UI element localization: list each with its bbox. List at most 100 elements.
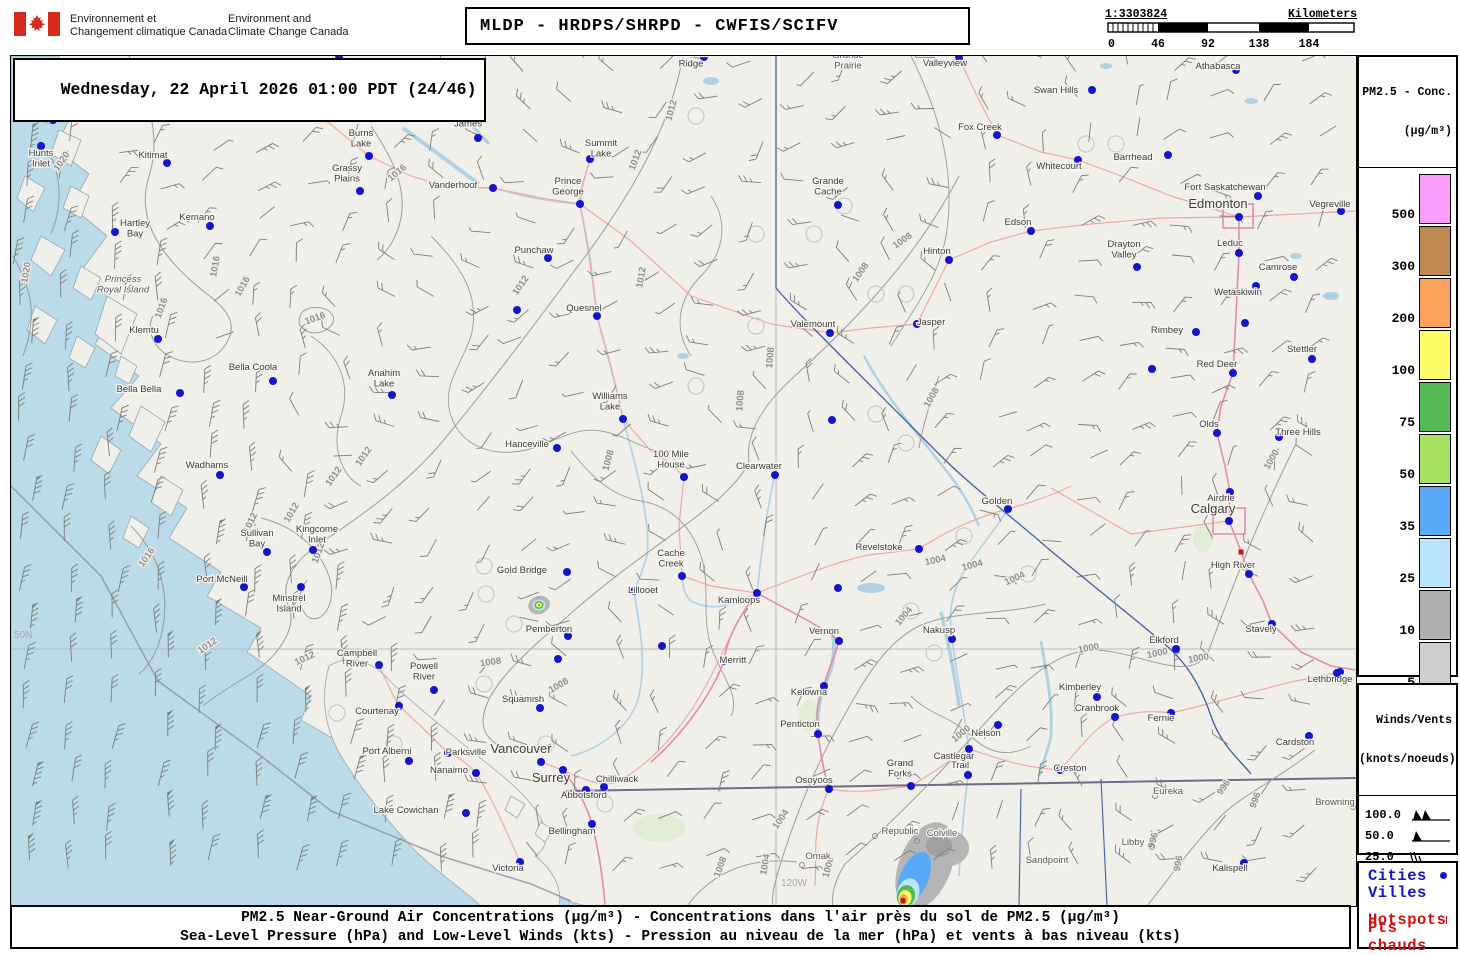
map-label: Hunts Inlet xyxy=(29,148,54,170)
hotspot-square xyxy=(1238,549,1244,555)
deco-circle xyxy=(805,225,823,243)
city-dot xyxy=(513,306,521,314)
map-label: Grande Cache xyxy=(812,176,844,198)
city: Kemano xyxy=(178,211,216,230)
city-dot xyxy=(834,584,842,592)
city: TumblerRidge xyxy=(673,56,710,71)
org-wordmark-fr: Environnement et Changement climatique Ca… xyxy=(70,13,228,38)
map-label: Vegreville xyxy=(1309,199,1350,210)
pressure-label: 1008 xyxy=(891,230,915,251)
pm25-bin-row: 75 xyxy=(1359,380,1456,432)
map-label: Fort Saskatchewan xyxy=(1184,182,1265,193)
city: Barrhead xyxy=(1112,151,1172,164)
city: Whitecourt xyxy=(1035,156,1083,173)
map-label: Kitimat xyxy=(138,150,167,161)
city: Kitimat xyxy=(137,149,171,167)
city-dot xyxy=(553,444,561,452)
city: Camrose xyxy=(1257,261,1299,281)
city: Hinton xyxy=(922,245,953,264)
map-label: Cranbrook xyxy=(1075,703,1120,714)
map-label: Athabasca xyxy=(1196,61,1242,72)
city: Red Deer xyxy=(1195,358,1239,377)
scale-bar-graphic: 0 46 92 138 184 xyxy=(1107,22,1355,51)
city: Clearwater xyxy=(735,460,783,479)
city: Cache Creek xyxy=(656,547,686,580)
city-dot xyxy=(176,389,184,397)
city: Kimberley xyxy=(1058,681,1103,701)
city-dot xyxy=(563,568,571,576)
city: Nakusp xyxy=(922,624,956,643)
map-label: Bellingham xyxy=(549,826,596,837)
map-label: Hartley Bay xyxy=(120,218,150,240)
city: Bella Coola xyxy=(227,361,279,385)
map-label: Lillooet xyxy=(628,585,658,596)
pressure-label: 1008 xyxy=(547,676,571,696)
map-label: TumblerRidge xyxy=(674,56,709,70)
city-dot xyxy=(154,335,162,343)
pm25-bin-row: 10 xyxy=(1359,588,1456,640)
map-label: Libby xyxy=(1122,837,1145,848)
pm25-bin-swatch xyxy=(1419,538,1451,588)
map-label: Sandpoint xyxy=(1026,855,1069,866)
pm25-bin-label: 200 xyxy=(1391,311,1415,326)
deco-circle xyxy=(955,527,973,545)
pm25-plumes xyxy=(528,595,969,906)
city: Punchaw xyxy=(513,244,555,262)
map-label: Kingcome Inlet xyxy=(296,524,338,546)
wind-barb-icon xyxy=(1412,809,1450,821)
hotspots-label-fr: Pts chauds xyxy=(1368,918,1427,955)
city-dot xyxy=(1148,365,1156,373)
pm25-legend-bins: 50030020010075503525105 xyxy=(1359,172,1456,692)
pm25-bin-label: 25 xyxy=(1399,571,1415,586)
city: Vancouver xyxy=(489,740,554,766)
deco-circle xyxy=(505,615,523,633)
map-label: Surrey xyxy=(532,770,571,785)
pressure-label: 1004 xyxy=(961,557,985,573)
city-dot xyxy=(814,730,822,738)
pm25-bin-swatch xyxy=(1419,174,1451,224)
pressure-label: 1016 xyxy=(233,275,253,299)
city-dot xyxy=(576,200,584,208)
city-dot xyxy=(907,782,915,790)
map-label: Vancouver xyxy=(490,741,552,756)
pressure-label: 1004 xyxy=(1003,569,1027,588)
pm25-bin-row: 200 xyxy=(1359,276,1456,328)
city: Kamloops xyxy=(717,589,762,607)
city-dot xyxy=(1027,227,1035,235)
city: Trail xyxy=(950,759,972,779)
map-label: Rimbey xyxy=(1151,325,1183,336)
city: Pemberton xyxy=(525,623,573,640)
map-label: Trail xyxy=(951,760,969,771)
map-label: Cardston xyxy=(1276,737,1315,748)
city-dot xyxy=(1213,429,1221,437)
city-dot xyxy=(206,222,214,230)
pm25-bin-row: 25 xyxy=(1359,536,1456,588)
city-dot xyxy=(405,757,413,765)
city-dot xyxy=(835,637,843,645)
map-label: Parksville xyxy=(446,747,487,758)
city-dot xyxy=(1235,249,1243,257)
city-dot xyxy=(828,416,836,424)
map-label: Vernon xyxy=(809,626,839,637)
pm25-bin-row: 100 xyxy=(1359,328,1456,380)
pressure-label: 1012 xyxy=(634,266,649,289)
map-label: Edson xyxy=(1005,217,1032,228)
map-label: Gold Bridge xyxy=(497,565,547,576)
map-label: 100 Mile House xyxy=(653,449,689,471)
map-label: Nanaimo xyxy=(430,765,468,776)
place-marker xyxy=(799,862,805,868)
map-label: Nakusp xyxy=(923,625,955,636)
divider xyxy=(1359,795,1456,796)
map-label: High River xyxy=(1211,560,1255,571)
pm25-bin-row: 35 xyxy=(1359,484,1456,536)
city-dot xyxy=(678,572,686,580)
city: Sullivan Bay xyxy=(239,527,275,556)
map-label: Lethbridge xyxy=(1308,674,1353,685)
city-dot xyxy=(1333,669,1341,677)
map-label: Fernie xyxy=(1148,713,1175,724)
city: Bellingham xyxy=(547,820,597,838)
pressure-label: 1008 xyxy=(764,347,777,369)
map-label: Elkford xyxy=(1149,635,1179,646)
winds-legend-title: Winds/Vents (knots/noeuds) xyxy=(1359,714,1456,766)
city: Abbotsford xyxy=(560,786,608,802)
